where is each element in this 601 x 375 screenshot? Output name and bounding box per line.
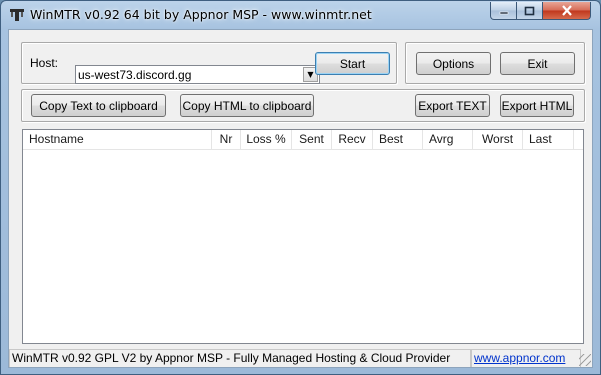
- appnor-link[interactable]: www.appnor.com: [474, 351, 565, 365]
- column-sent[interactable]: Sent: [292, 130, 332, 149]
- resize-grip[interactable]: [579, 354, 591, 366]
- column-loss[interactable]: Loss %: [241, 130, 292, 149]
- column-best[interactable]: Best: [373, 130, 423, 149]
- column-nr[interactable]: Nr: [212, 130, 241, 149]
- window-title: WinMTR v0.92 64 bit by Appnor MSP - www.…: [30, 7, 372, 22]
- column-hostname[interactable]: Hostname: [23, 130, 212, 149]
- close-icon: [561, 5, 572, 16]
- copy-text-button[interactable]: Copy Text to clipboard: [31, 94, 166, 117]
- host-label: Host:: [30, 56, 59, 70]
- host-input[interactable]: [78, 67, 300, 82]
- winmtr-window: WinMTR v0.92 64 bit by Appnor MSP - www.…: [0, 0, 601, 375]
- status-text: WinMTR v0.92 GPL V2 by Appnor MSP - Full…: [9, 349, 471, 367]
- actions-group: Options Exit: [405, 42, 585, 84]
- export-html-button[interactable]: Export HTML: [500, 94, 574, 117]
- export-text-button[interactable]: Export TEXT: [415, 94, 490, 117]
- column-recv[interactable]: Recv: [332, 130, 373, 149]
- start-button[interactable]: Start: [315, 52, 390, 75]
- copy-html-button[interactable]: Copy HTML to clipboard: [180, 94, 314, 117]
- winmtr-app-icon: [10, 9, 24, 21]
- column-worst[interactable]: Worst: [473, 130, 523, 149]
- status-bar: WinMTR v0.92 GPL V2 by Appnor MSP - Full…: [9, 347, 592, 367]
- status-link-pane: www.appnor.com: [471, 349, 581, 367]
- maximize-icon: [524, 6, 535, 15]
- exit-button[interactable]: Exit: [500, 52, 575, 75]
- column-last[interactable]: Last: [523, 130, 574, 149]
- chevron-down-icon: ▼: [307, 70, 314, 79]
- host-combobox[interactable]: ▼: [75, 65, 320, 84]
- column-avrg[interactable]: Avrg: [423, 130, 473, 149]
- results-table[interactable]: Hostname Nr Loss % Sent Recv Best Avrg W…: [22, 129, 584, 344]
- close-button[interactable]: [543, 2, 591, 20]
- main-client-area: Host: ▼ Start Options Exit Copy Text to …: [8, 29, 593, 368]
- minimize-icon: [499, 11, 508, 14]
- options-button[interactable]: Options: [416, 52, 491, 75]
- title-bar[interactable]: WinMTR v0.92 64 bit by Appnor MSP - www.…: [1, 1, 600, 29]
- export-group: Copy Text to clipboard Copy HTML to clip…: [21, 89, 585, 122]
- host-group: Host: ▼ Start: [21, 42, 397, 84]
- maximize-button[interactable]: [517, 2, 543, 20]
- table-header: Hostname Nr Loss % Sent Recv Best Avrg W…: [23, 130, 583, 150]
- minimize-button[interactable]: [490, 2, 517, 20]
